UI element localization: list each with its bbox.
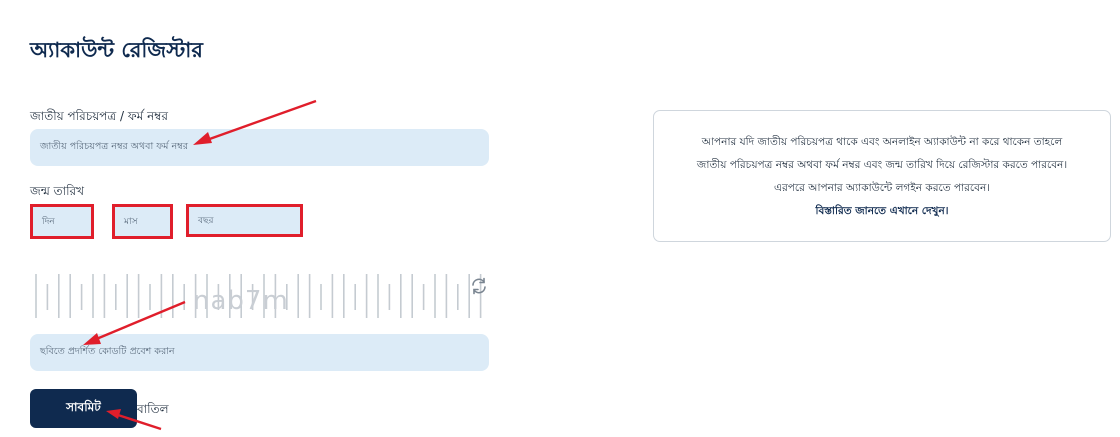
refresh-icon[interactable] bbox=[470, 277, 488, 295]
info-line-2: জাতীয় পরিচয়পত্র নম্বর অথবা ফর্ম নম্বর … bbox=[696, 159, 1068, 171]
captcha-watermark: nab7m bbox=[193, 286, 289, 316]
info-panel: আপনার যদি জাতীয় পরিচয়পত্র থাকে এবং অনল… bbox=[653, 110, 1111, 242]
dob-year-input[interactable]: বছর bbox=[186, 204, 303, 237]
nid-label: জাতীয় পরিচয়পত্র / ফর্ম নম্বর bbox=[30, 109, 168, 123]
cancel-link[interactable]: বাতিল bbox=[137, 401, 169, 421]
submit-button[interactable]: সাবমিট bbox=[30, 389, 137, 428]
page-title: অ্যাকাউন্ট রেজিস্টার bbox=[30, 38, 203, 62]
nid-input[interactable]: জাতীয় পরিচয়পত্র নম্বর অথবা ফর্ম নম্বর bbox=[30, 129, 489, 166]
captcha-input[interactable]: ছবিতে প্রদর্শিত কোডটি প্রবেশ করান bbox=[30, 334, 489, 371]
dob-label: জন্ম তারিখ bbox=[30, 184, 85, 198]
details-link[interactable]: বিস্তারিত জানতে এখানে দেখুন। bbox=[654, 200, 1110, 223]
info-line-3: এরপরে আপনার অ্যাকাউন্টে লগইন করতে পারবেন… bbox=[774, 182, 990, 194]
dob-month-input[interactable]: মাস bbox=[112, 204, 173, 239]
info-line-1: আপনার যদি জাতীয় পরিচয়পত্র থাকে এবং অনল… bbox=[701, 136, 1063, 148]
dob-day-input[interactable]: দিন bbox=[30, 204, 94, 239]
